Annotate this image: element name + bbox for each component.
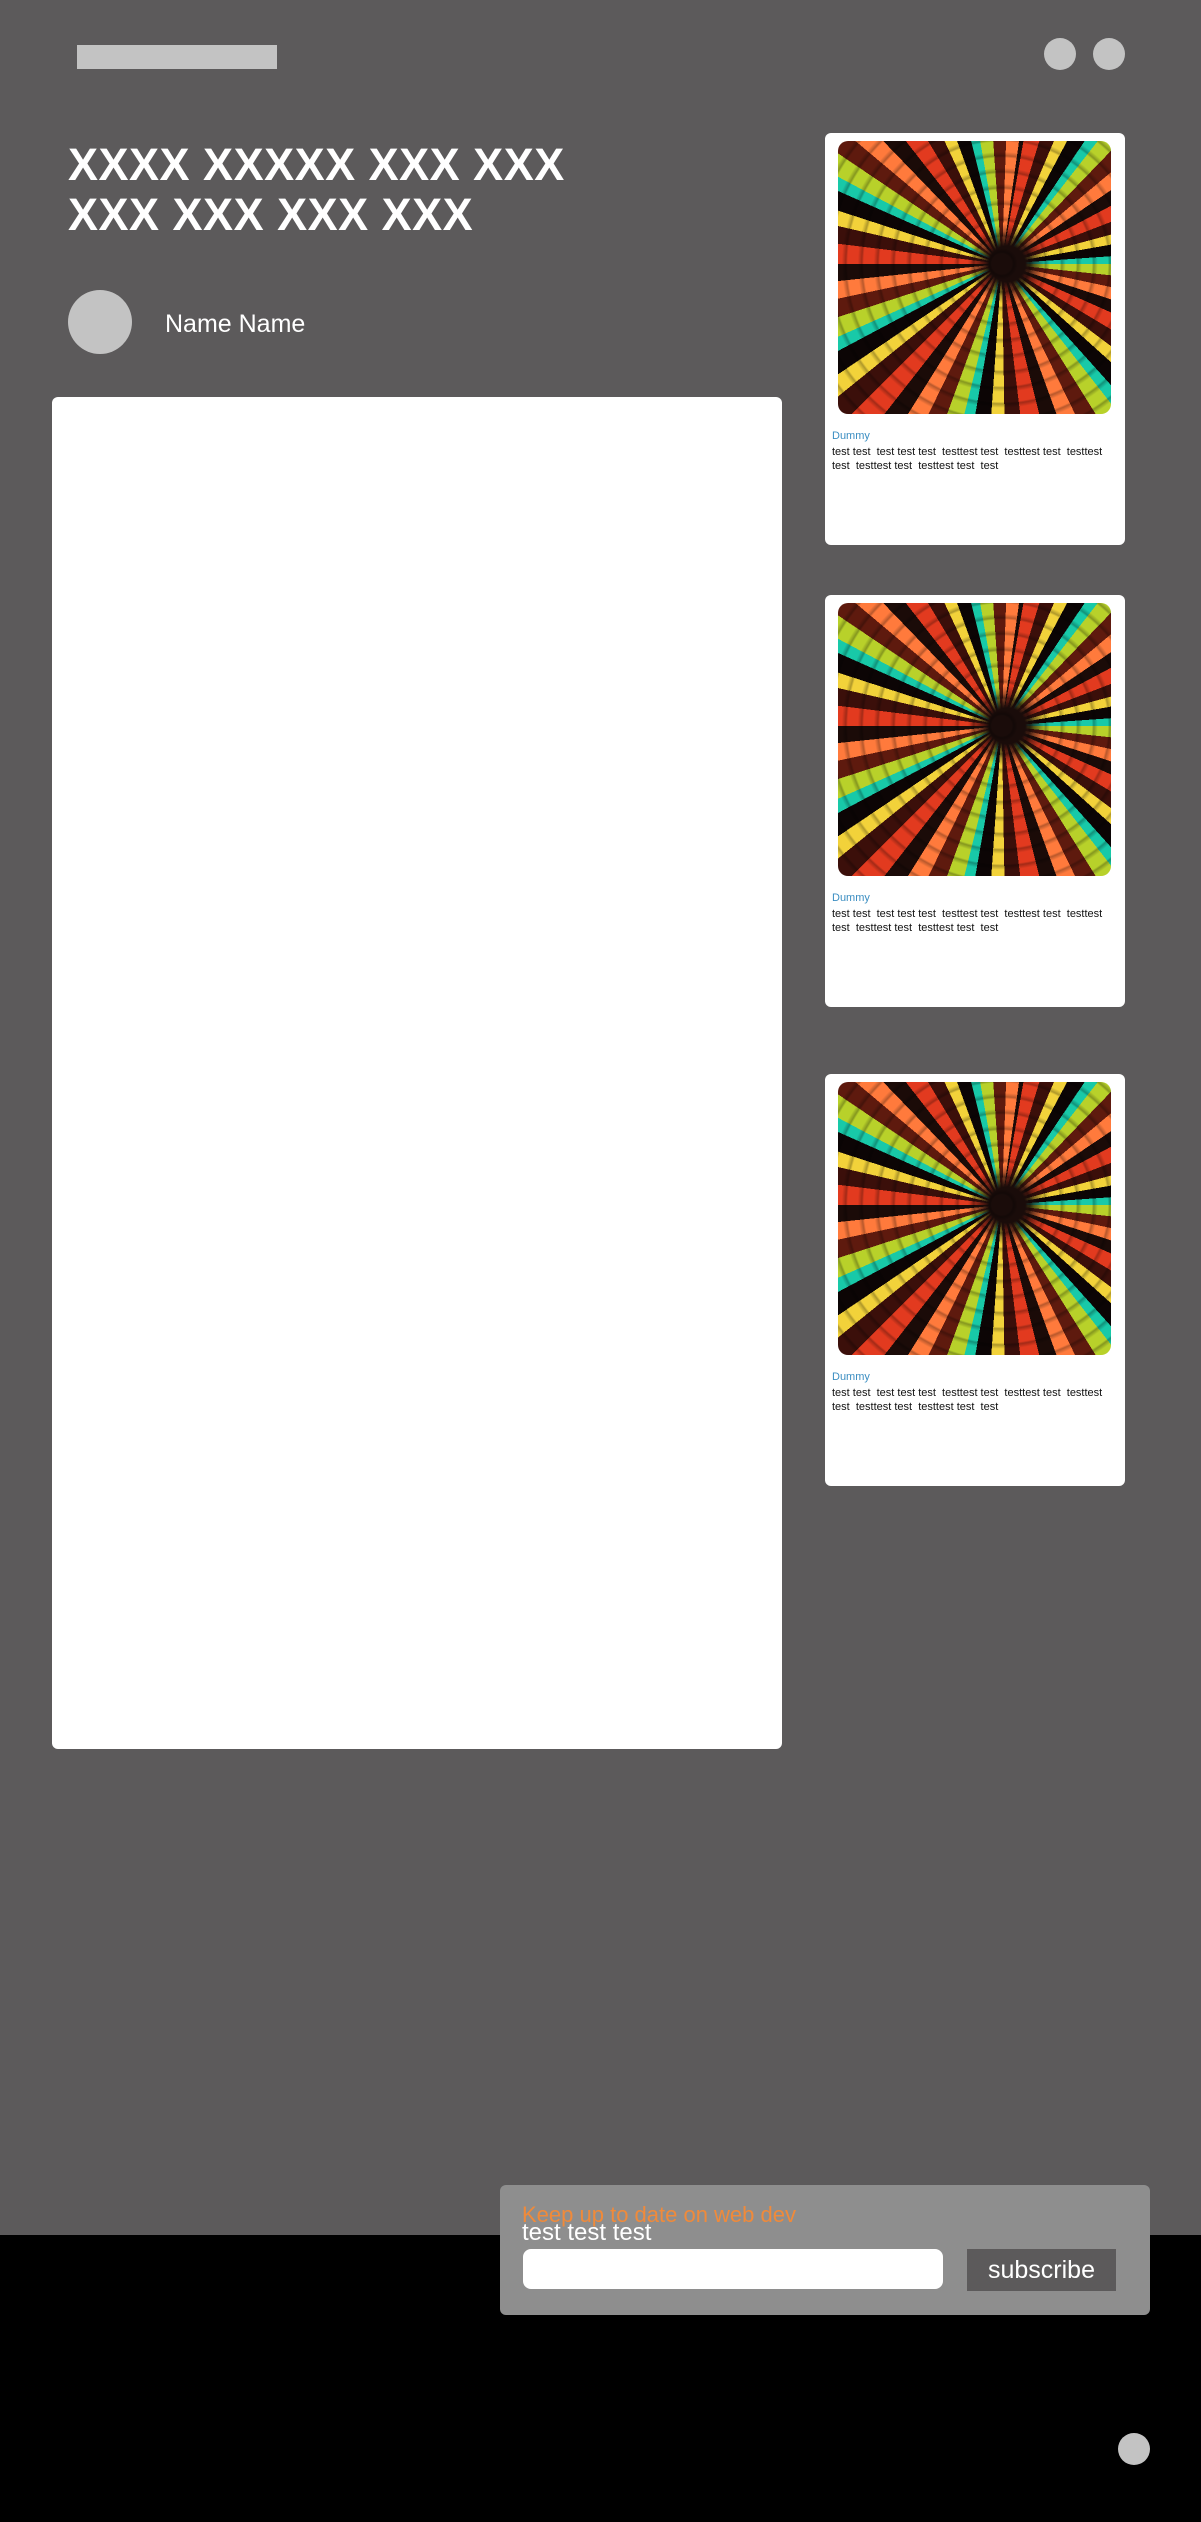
related-card-2[interactable]: Dummy test test test test test testtest … xyxy=(825,595,1125,1007)
article-headline: XXXX XXXXX XXX XXX XXX XXX XXX XXX xyxy=(68,139,565,240)
card-tag[interactable]: Dummy xyxy=(832,430,870,442)
card-text: test test test test test testtest test t… xyxy=(832,446,1106,472)
card-image[interactable] xyxy=(838,603,1111,876)
avatar xyxy=(68,290,132,354)
card-text: test test test test test testtest test t… xyxy=(832,1387,1106,1413)
card-image[interactable] xyxy=(838,141,1111,414)
subscribe-button[interactable]: subscribe xyxy=(967,2249,1116,2291)
article-content-panel xyxy=(52,397,782,1749)
related-card-1[interactable]: Dummy test test test test test testtest … xyxy=(825,133,1125,545)
email-field[interactable] xyxy=(523,2249,943,2289)
card-tag[interactable]: Dummy xyxy=(832,892,870,904)
card-image[interactable] xyxy=(838,1082,1111,1355)
logo-placeholder[interactable] xyxy=(77,45,277,69)
related-card-3[interactable]: Dummy test test test test test testtest … xyxy=(825,1074,1125,1486)
card-text: test test test test test testtest test t… xyxy=(832,908,1106,934)
footer-circle-icon[interactable] xyxy=(1118,2433,1150,2465)
author-name: Name Name xyxy=(165,310,306,338)
header-circle-icon-1[interactable] xyxy=(1044,38,1076,70)
header-circle-icon-2[interactable] xyxy=(1093,38,1125,70)
subscribe-box: Keep up to date on web dev test test tes… xyxy=(500,2185,1150,2315)
subscribe-subheading: test test test xyxy=(522,2219,652,2246)
card-tag[interactable]: Dummy xyxy=(832,1371,870,1383)
